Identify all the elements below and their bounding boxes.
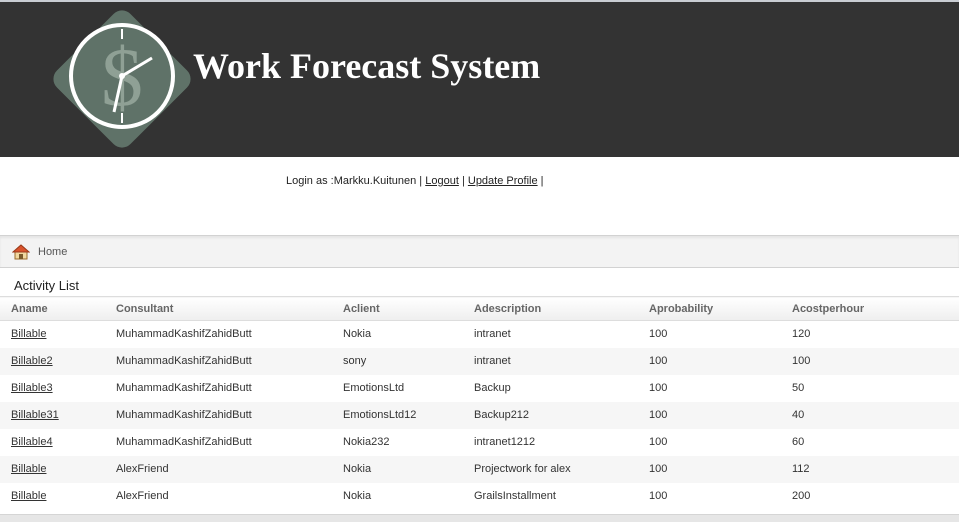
aname-cell: Billable	[0, 320, 105, 348]
consultant-cell: MuhammadKashifZahidButt	[105, 347, 332, 375]
aclient-cell: sony	[332, 347, 463, 375]
adescription-cell: GrailsInstallment	[463, 482, 638, 510]
login-separator: |	[540, 175, 544, 187]
consultant-cell: AlexFriend	[105, 482, 332, 510]
table-row: Billable2 MuhammadKashifZahidButt sony i…	[0, 347, 959, 375]
column-header-acostperhour[interactable]: Acostperhour	[781, 296, 959, 321]
aclient-cell: Nokia	[332, 320, 463, 348]
acostperhour-cell: 50	[781, 374, 959, 402]
activity-link[interactable]: Billable2	[11, 355, 53, 367]
aprobability-cell: 100	[638, 347, 781, 375]
aname-cell: Billable2	[0, 347, 105, 375]
aclient-cell: Nokia	[332, 455, 463, 483]
update-profile-link[interactable]: Update Profile	[468, 175, 538, 187]
aname-cell: Billable	[0, 455, 105, 483]
column-header-aclient[interactable]: Aclient	[332, 296, 463, 321]
column-header-aname[interactable]: Aname	[0, 296, 105, 321]
adescription-cell: intranet1212	[463, 428, 638, 456]
logout-link[interactable]: Logout	[425, 175, 459, 187]
table-row: Billable31 MuhammadKashifZahidButt Emoti…	[0, 401, 959, 429]
aprobability-cell: 100	[638, 428, 781, 456]
aname-cell: Billable31	[0, 401, 105, 429]
login-as-text: Login as :Markku.Kuitunen |	[286, 175, 423, 187]
acostperhour-cell: 120	[781, 320, 959, 348]
aname-cell: Billable	[0, 482, 105, 510]
adescription-cell: Backup212	[463, 401, 638, 429]
aprobability-cell: 100	[638, 401, 781, 429]
aname-cell: Billable4	[0, 428, 105, 456]
aprobability-cell: 100	[638, 374, 781, 402]
footer-divider	[0, 514, 959, 522]
table-row: Billable4 MuhammadKashifZahidButt Nokia2…	[0, 428, 959, 456]
page-header: $ Work Forecast System	[0, 0, 959, 157]
aclient-cell: Nokia232	[332, 428, 463, 456]
consultant-cell: AlexFriend	[105, 455, 332, 483]
site-title: Work Forecast System	[193, 46, 541, 86]
adescription-cell: Backup	[463, 374, 638, 402]
activity-link[interactable]: Billable	[11, 328, 46, 340]
table-row: Billable AlexFriend Nokia Projectwork fo…	[0, 455, 959, 483]
acostperhour-cell: 60	[781, 428, 959, 456]
aname-cell: Billable3	[0, 374, 105, 402]
aprobability-cell: 100	[638, 320, 781, 348]
login-separator: |	[461, 175, 465, 187]
table-row: Billable MuhammadKashifZahidButt Nokia i…	[0, 320, 959, 348]
activity-link[interactable]: Billable31	[11, 409, 59, 421]
acostperhour-cell: 112	[781, 455, 959, 483]
adescription-cell: Projectwork for alex	[463, 455, 638, 483]
clock-dollar-logo: $	[53, 10, 191, 148]
adescription-cell: intranet	[463, 320, 638, 348]
acostperhour-cell: 200	[781, 482, 959, 510]
consultant-cell: MuhammadKashifZahidButt	[105, 401, 332, 429]
column-header-adescription[interactable]: Adescription	[463, 296, 638, 321]
activity-link[interactable]: Billable3	[11, 382, 53, 394]
aprobability-cell: 100	[638, 482, 781, 510]
column-header-consultant[interactable]: Consultant	[105, 296, 332, 321]
table-header-row: Aname Consultant Aclient Adescription Ap…	[0, 296, 959, 321]
acostperhour-cell: 100	[781, 347, 959, 375]
login-bar: Login as :Markku.Kuitunen | Logout | Upd…	[286, 175, 544, 187]
aprobability-cell: 100	[638, 455, 781, 483]
table-row: Billable AlexFriend Nokia GrailsInstallm…	[0, 482, 959, 510]
column-header-aprobability[interactable]: Aprobability	[638, 296, 781, 321]
aclient-cell: EmotionsLtd	[332, 374, 463, 402]
adescription-cell: intranet	[463, 347, 638, 375]
activity-link[interactable]: Billable	[11, 490, 46, 502]
consultant-cell: MuhammadKashifZahidButt	[105, 320, 332, 348]
consultant-cell: MuhammadKashifZahidButt	[105, 428, 332, 456]
activity-link[interactable]: Billable	[11, 463, 46, 475]
aclient-cell: Nokia	[332, 482, 463, 510]
home-link[interactable]: Home	[38, 246, 67, 258]
house-icon[interactable]	[12, 244, 30, 260]
acostperhour-cell: 40	[781, 401, 959, 429]
consultant-cell: MuhammadKashifZahidButt	[105, 374, 332, 402]
table-row: Billable3 MuhammadKashifZahidButt Emotio…	[0, 374, 959, 402]
activity-link[interactable]: Billable4	[11, 436, 53, 448]
activity-list-title: Activity List	[14, 278, 80, 293]
nav-bar: Home	[0, 235, 959, 268]
activity-table: Aname Consultant Aclient Adescription Ap…	[0, 296, 959, 510]
aclient-cell: EmotionsLtd12	[332, 401, 463, 429]
